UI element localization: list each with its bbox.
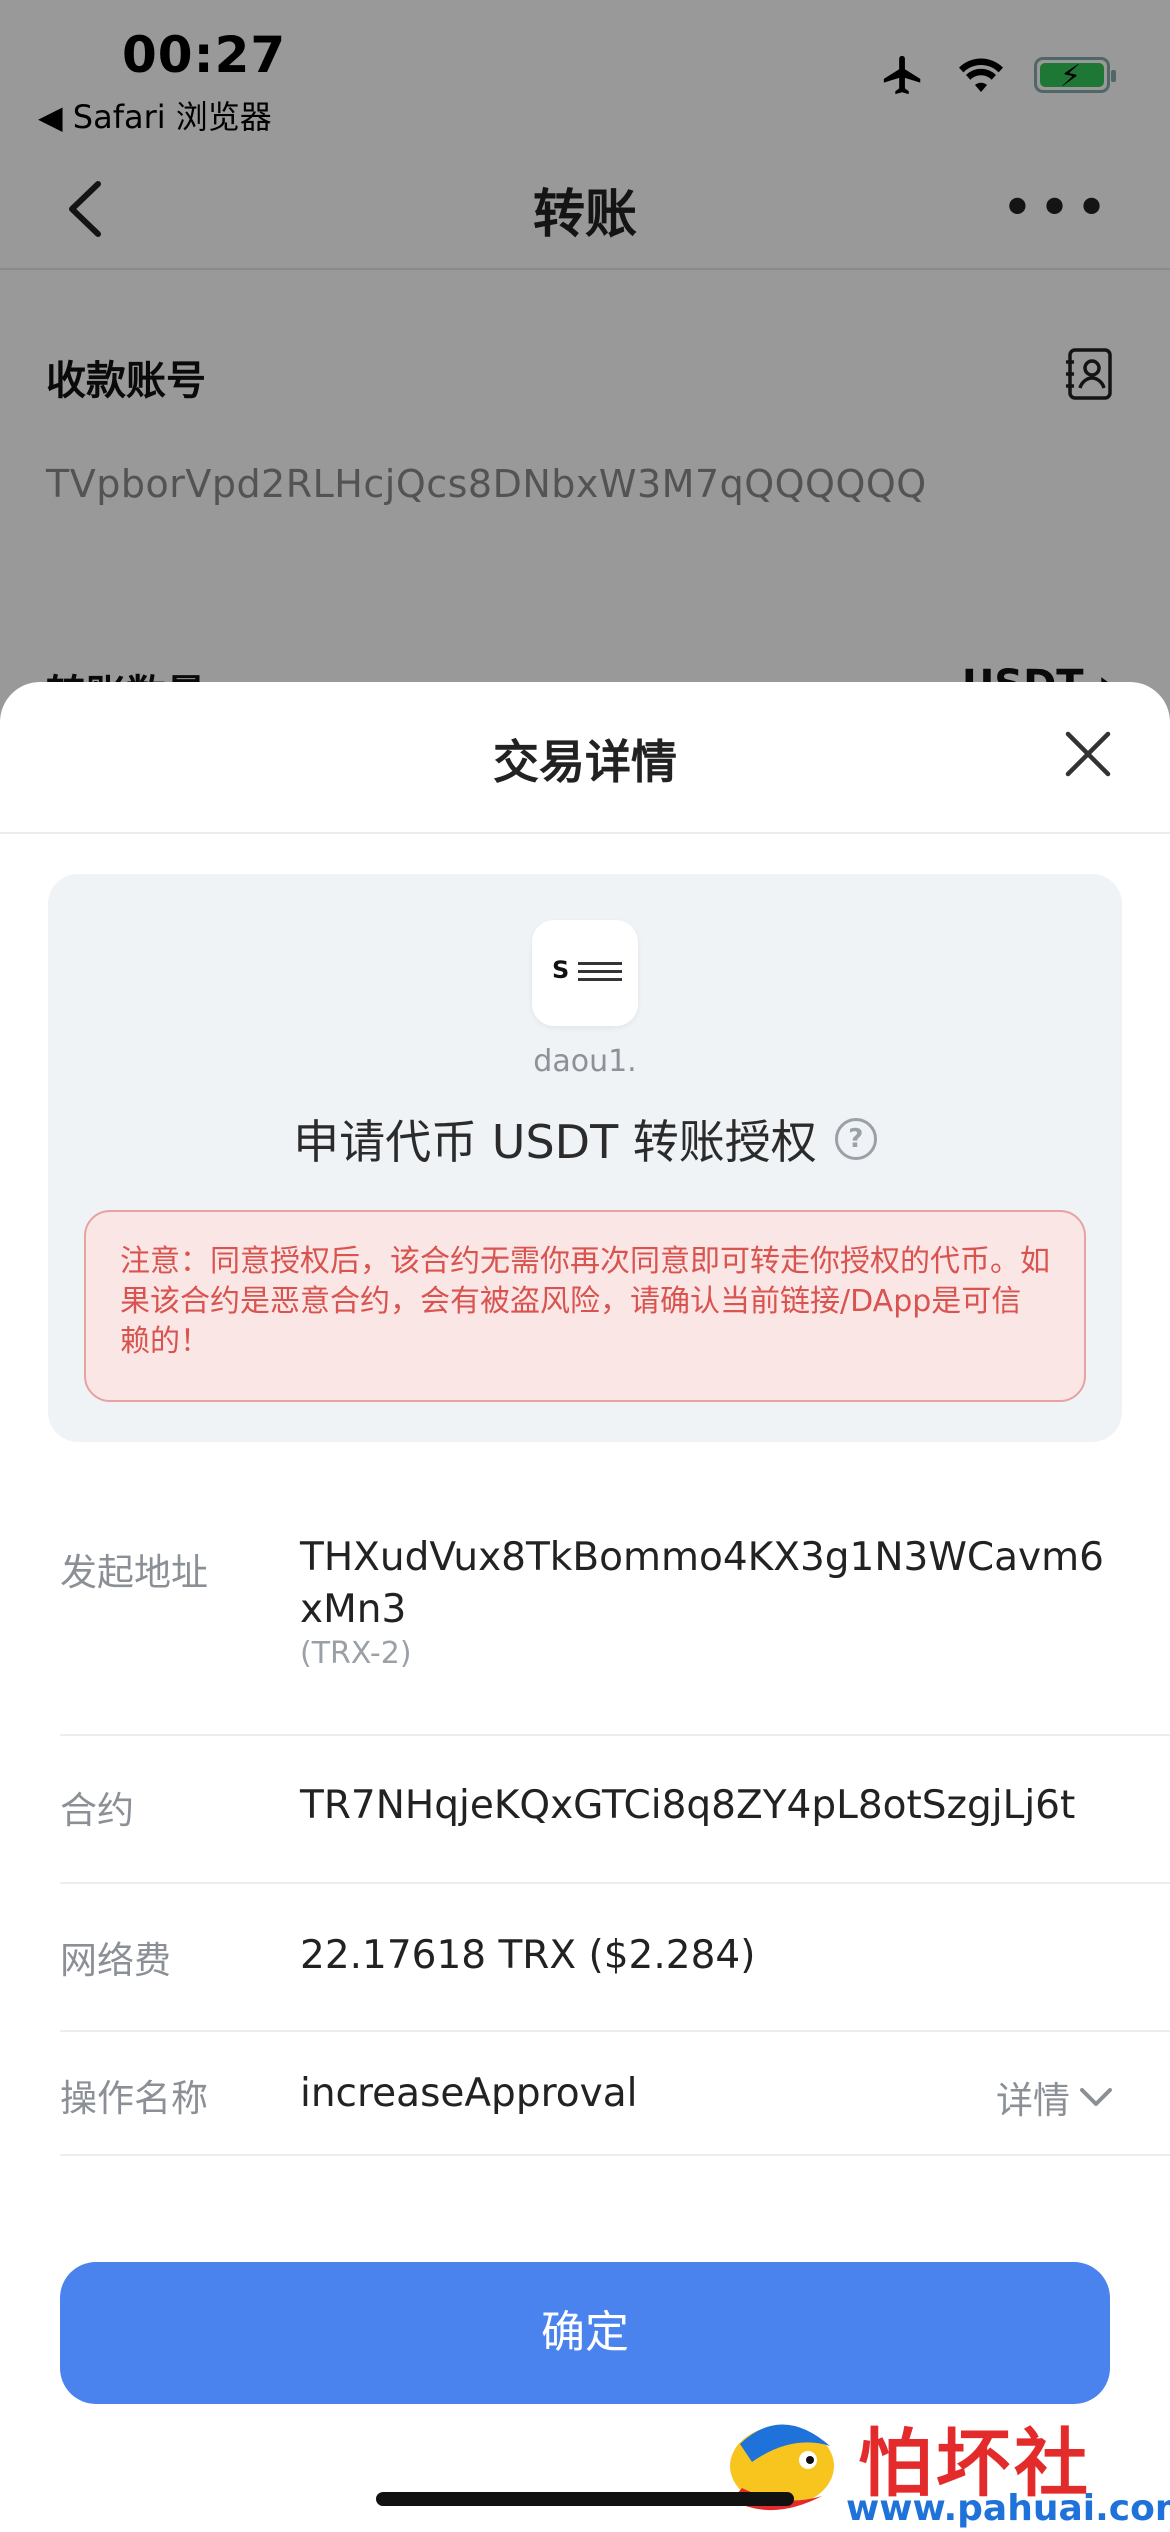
- network-fee-value: 22.17618 TRX ($2.284): [300, 1933, 756, 1978]
- sheet-title: 交易详情: [493, 735, 677, 789]
- fish-logo-icon: [730, 2424, 834, 2511]
- warning-box: 注意：同意授权后，该合约无需你再次同意即可转走你授权的代币。如果该合约是恶意合约…: [84, 1210, 1086, 1402]
- auth-title-row: 申请代币 USDT 转账授权 ?: [48, 1106, 1122, 1172]
- detail-row-network-fee: 网络费 22.17618 TRX ($2.284): [60, 1884, 1170, 2032]
- dapp-domain: daou1.: [533, 1044, 637, 1079]
- authorization-card: S daou1. 申请代币 USDT 转账授权 ? 注意：同意授权后，该合约无需…: [48, 874, 1122, 1442]
- from-address-value: THXudVux8TkBommo4KX3g1N3WCavm6xMn3: [300, 1535, 1104, 1632]
- transaction-details-sheet: 交易详情 S daou1. 申请代币 USDT 转账授权 ? 注意：同意授权后，…: [0, 682, 1170, 2532]
- watermark: 怕坏社区 www.pahuai.com: [712, 2404, 1170, 2532]
- row-label: 发起地址: [60, 1551, 208, 1594]
- from-address-network: (TRX-2): [300, 1636, 412, 1671]
- detail-row-contract: 合约 TR7NHqjeKQxGTCi8q8ZY4pL8otSzgjLj6t: [60, 1736, 1170, 1884]
- warning-text: 注意：同意授权后，该合约无需你再次同意即可转走你授权的代币。如果该合约是恶意合约…: [120, 1244, 1050, 1359]
- details-toggle[interactable]: 详情: [996, 2070, 1114, 2124]
- row-label: 操作名称: [60, 2077, 208, 2120]
- watermark-url: www.pahuai.com: [846, 2488, 1170, 2529]
- divider: [0, 832, 1170, 834]
- auth-title: 申请代币 USDT 转账授权: [293, 1115, 817, 1169]
- screen: 00:27 ◀ Safari 浏览器 ⚡ 转账 ••• 收款账号 TVpborV…: [0, 0, 1170, 2532]
- row-label: 合约: [60, 1789, 134, 1832]
- dapp-logo: S: [532, 920, 638, 1026]
- help-icon[interactable]: ?: [834, 1118, 877, 1160]
- home-indicator[interactable]: [376, 2492, 794, 2506]
- contract-value: TR7NHqjeKQxGTCi8q8ZY4pL8otSzgjLj6t: [300, 1783, 1076, 1828]
- detail-rows: 发起地址 THXudVux8TkBommo4KX3g1N3WCavm6xMn3 …: [60, 1502, 1170, 2156]
- detail-row-from-address: 发起地址 THXudVux8TkBommo4KX3g1N3WCavm6xMn3 …: [60, 1502, 1170, 1736]
- confirm-button[interactable]: 确定: [60, 2262, 1110, 2404]
- row-label: 网络费: [60, 1939, 171, 1982]
- chevron-down-icon: [1080, 2088, 1112, 2106]
- operation-value: increaseApproval: [300, 2071, 638, 2116]
- close-icon[interactable]: [1060, 726, 1116, 782]
- detail-row-operation: 操作名称 increaseApproval 详情: [60, 2032, 1170, 2156]
- details-label: 详情: [996, 2079, 1070, 2122]
